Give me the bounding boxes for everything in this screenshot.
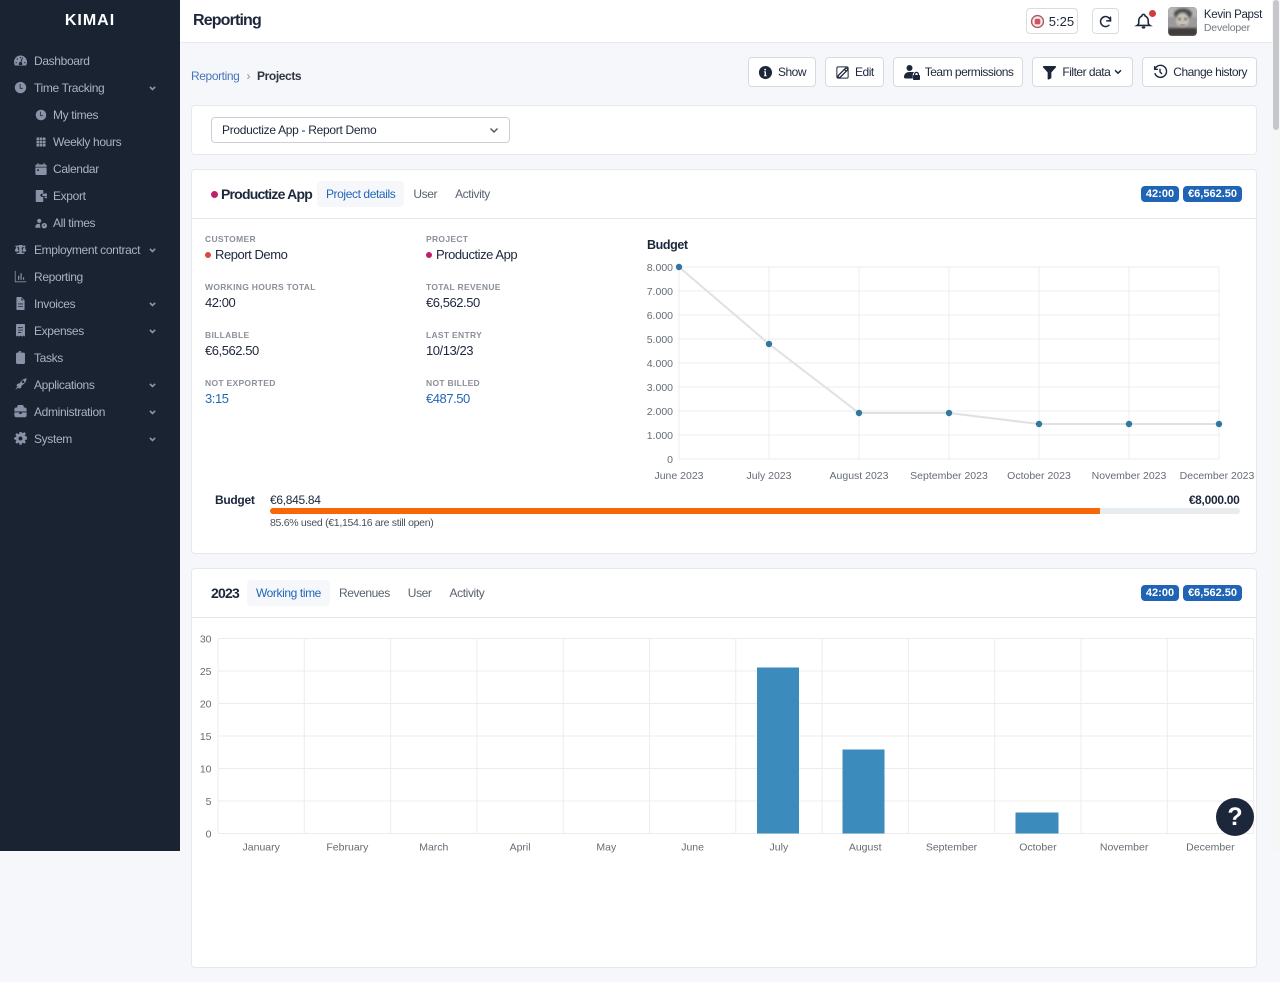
svg-text:August 2023: August 2023 [830,470,889,482]
svg-text:15: 15 [200,731,212,743]
svg-text:0: 0 [206,829,212,841]
svg-text:7.000: 7.000 [647,286,673,298]
svg-text:25: 25 [200,666,212,678]
svg-text:3.000: 3.000 [647,382,673,394]
svg-text:July: July [770,842,789,854]
svg-text:4.000: 4.000 [647,358,673,370]
svg-text:January: January [243,842,281,854]
svg-text:Budget: Budget [647,238,689,252]
svg-text:December: December [1186,842,1235,854]
svg-text:6.000: 6.000 [647,310,673,322]
svg-text:0: 0 [667,454,673,466]
svg-text:October 2023: October 2023 [1007,470,1071,482]
svg-text:June 2023: June 2023 [654,470,703,482]
svg-text:July 2023: July 2023 [747,470,792,482]
svg-text:September: September [926,842,978,854]
svg-text:October: October [1019,842,1057,854]
svg-text:August: August [849,842,882,854]
svg-text:1.000: 1.000 [647,430,673,442]
svg-text:March: March [419,842,448,854]
svg-text:September 2023: September 2023 [910,470,988,482]
svg-text:June: June [681,842,704,854]
svg-text:5.000: 5.000 [647,334,673,346]
svg-text:November: November [1100,842,1149,854]
svg-text:February: February [326,842,369,854]
svg-text:May: May [596,842,617,854]
svg-text:5: 5 [206,796,212,808]
svg-text:2.000: 2.000 [647,406,673,418]
svg-text:December 2023: December 2023 [1180,470,1255,482]
svg-text:April: April [510,842,531,854]
svg-text:10: 10 [200,764,212,776]
svg-text:8.000: 8.000 [647,262,673,274]
svg-text:30: 30 [200,634,212,646]
svg-text:20: 20 [200,699,212,711]
svg-text:November 2023: November 2023 [1092,470,1167,482]
